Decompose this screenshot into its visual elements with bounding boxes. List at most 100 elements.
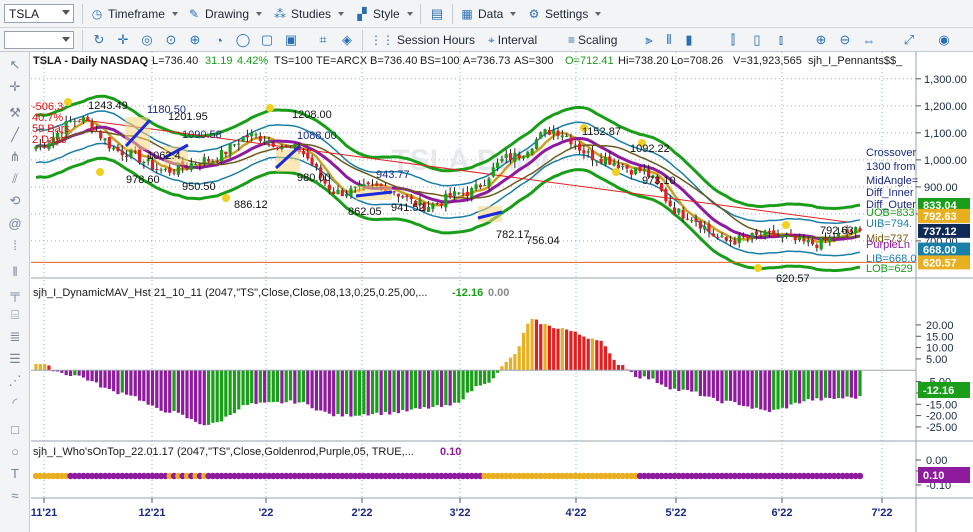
- indicator1-title: sjh_I_DynamicMAV_Hst 21_10_11 (2047,"TS"…: [33, 287, 427, 299]
- indicator1-axis[interactable]: 20.0015.0010.005.00-5.00-10.00-15.00-20.…: [916, 320, 957, 434]
- indicator2-badge-text: 0.10: [923, 470, 944, 482]
- candle: [539, 131, 543, 139]
- candle-body: [241, 136, 245, 143]
- candle-body: [409, 196, 413, 200]
- histogram-bar: [772, 370, 776, 410]
- histogram-bar: [396, 370, 400, 414]
- histogram-bar: [444, 370, 448, 405]
- histogram-bar: [379, 370, 383, 415]
- histogram-bar: [124, 370, 129, 395]
- candle-body: [547, 129, 551, 135]
- histogram-bar: [608, 353, 612, 371]
- candle-body: [793, 235, 797, 241]
- candle-body: [258, 136, 262, 141]
- candle-body: [707, 224, 711, 233]
- histogram-bar: [750, 370, 754, 409]
- pivot-label: 886.12: [234, 199, 268, 211]
- candle-body: [780, 235, 784, 238]
- histogram-bar: [146, 370, 150, 405]
- histogram-bar: [504, 361, 508, 371]
- pivot-label: 1092.22: [630, 143, 670, 155]
- histogram-bar: [107, 370, 111, 389]
- candle-body: [349, 188, 353, 197]
- candle-body: [163, 168, 168, 170]
- histogram-bar: [642, 370, 646, 377]
- candle-body: [288, 147, 293, 149]
- histogram-bar: [841, 370, 845, 399]
- candle-body: [733, 240, 737, 245]
- chart-canvas[interactable]: TSLA Daily TSLA - Daily NASDAQ L=736.40 …: [0, 0, 973, 532]
- candle-body: [474, 184, 478, 189]
- candle-body: [120, 150, 124, 156]
- candle-body: [396, 193, 400, 197]
- histogram-bar: [582, 336, 586, 371]
- note-line: 1300 from: [866, 161, 916, 173]
- candle-body: [280, 147, 284, 150]
- pivot-marker: [222, 194, 230, 202]
- histogram-bar: [345, 370, 349, 414]
- histogram-bar: [414, 370, 418, 409]
- histogram-bar: [99, 370, 103, 388]
- histogram-bar: [530, 318, 534, 371]
- histogram-bar: [737, 370, 741, 406]
- histogram-bar: [716, 370, 720, 401]
- pivot-label: 756.04: [526, 235, 560, 247]
- histogram-bar: [461, 370, 465, 400]
- band-label-purple: PurpleLn: [866, 239, 910, 251]
- candle-body: [250, 132, 254, 137]
- histogram-bar: [659, 370, 664, 385]
- histogram-bar: [569, 331, 573, 371]
- indicator1-tick-label: 20.00: [926, 320, 954, 332]
- candle-body: [487, 178, 491, 186]
- histogram-bar: [168, 370, 172, 413]
- price-badges: 833.04792.63737.12668.00620.57: [918, 197, 970, 270]
- candle-body: [86, 117, 90, 122]
- candle-body: [457, 192, 461, 194]
- histogram-bar: [767, 370, 772, 412]
- candle-body: [763, 230, 767, 237]
- indicator1-tick-label: 15.00: [926, 331, 954, 343]
- indicator1-value: -12.16: [452, 287, 483, 299]
- pct-change: 4.42%: [237, 55, 268, 67]
- price-header: TSLA - Daily NASDAQ L=736.40 31.19 4.42%…: [33, 55, 903, 67]
- net-change: 31.19: [205, 55, 233, 67]
- candle-body: [539, 132, 543, 139]
- candle-body: [159, 169, 163, 171]
- candle-body: [99, 131, 103, 139]
- candle-body: [275, 147, 280, 150]
- histogram-bar: [388, 370, 392, 415]
- candle-body: [513, 152, 517, 162]
- histogram-bar: [370, 370, 375, 415]
- candle-body: [698, 221, 702, 229]
- candle-body: [521, 156, 526, 159]
- histogram-bar: [577, 334, 582, 371]
- histogram-bar: [271, 370, 275, 403]
- histogram-bar: [435, 370, 439, 406]
- histogram-bar: [552, 328, 556, 371]
- histogram-bar: [375, 370, 379, 413]
- histogram-bar: [34, 364, 38, 371]
- time-tick-label: 6'22: [772, 507, 793, 519]
- indicator1-tick-label: -20.00: [926, 411, 957, 423]
- candle-body: [672, 207, 677, 214]
- time-tick-label: 5'22: [666, 507, 687, 519]
- histogram-bar: [500, 366, 504, 371]
- histogram-bar: [47, 365, 51, 371]
- band-labels: UOB=833 UIB=794. Mid=737 PurpleLn LIB=66…: [866, 207, 916, 275]
- histogram-bar: [254, 370, 258, 404]
- candle-body: [625, 165, 629, 169]
- histogram-bar: [638, 370, 642, 379]
- histogram-bar: [612, 359, 616, 371]
- histogram-bar: [789, 370, 793, 405]
- histogram-bar: [819, 370, 823, 401]
- candle-body: [452, 191, 457, 196]
- histogram-bar: [508, 357, 513, 371]
- candle-body: [228, 143, 232, 155]
- histogram-bar: [392, 370, 396, 413]
- histogram-bar: [599, 340, 603, 371]
- histogram-bar: [776, 370, 780, 410]
- indicator2-value: 0.10: [440, 446, 461, 458]
- histogram-bar: [68, 370, 73, 376]
- time-axis[interactable]: 11'21 12'21 '22 2'22 3'22 4'22 5'22 6'22 7'22: [31, 498, 893, 519]
- histogram-bar: [832, 370, 836, 399]
